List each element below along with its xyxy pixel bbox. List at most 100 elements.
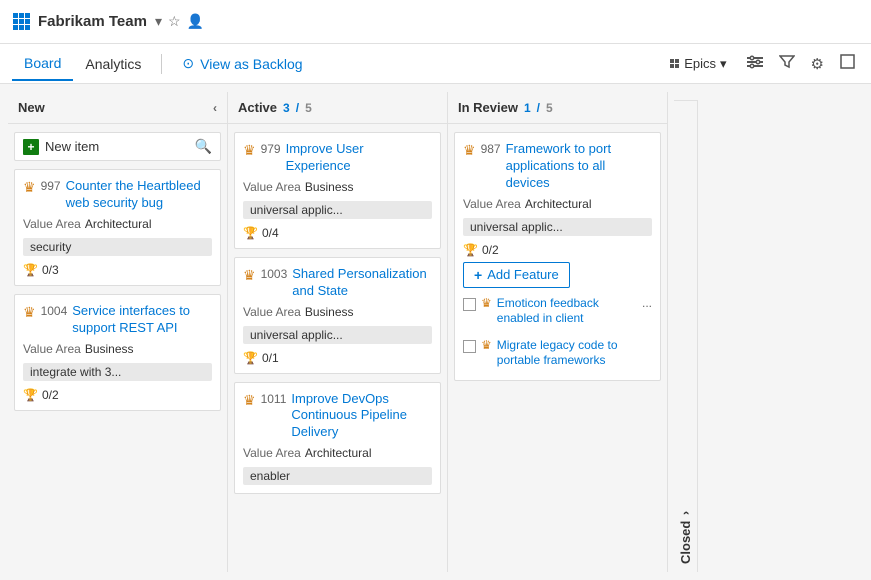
card-997-title[interactable]: Counter the Heartbleed web security bug — [66, 178, 212, 212]
trophy-icon: 🏆 — [23, 388, 38, 402]
child-crown-icon: ♛ — [481, 296, 492, 310]
card-1004-title[interactable]: Service interfaces to support REST API — [72, 303, 212, 337]
crown-icon: ♛ — [23, 179, 36, 196]
trophy-icon: 🏆 — [243, 351, 258, 365]
card-979-score: 🏆 0/4 — [243, 226, 432, 240]
child-checkbox-1[interactable] — [463, 298, 476, 311]
card-1011-id: 1011 — [261, 392, 287, 406]
card-997-header: ♛ 997 Counter the Heartbleed web securit… — [23, 178, 212, 212]
card-1011-meta: Value Area Architectural — [243, 446, 432, 460]
card-987-title[interactable]: Framework to port applications to all de… — [506, 141, 652, 192]
card-997-score: 🏆 0/3 — [23, 263, 212, 277]
add-feature-button[interactable]: + Add Feature — [463, 262, 570, 288]
column-active-header: Active 3/5 — [228, 92, 447, 124]
column-closed-expand[interactable]: › — [679, 511, 693, 515]
column-active-total: 5 — [305, 101, 312, 115]
column-new-collapse[interactable]: ‹ — [213, 101, 217, 115]
column-in-review-count: 1 — [524, 101, 531, 115]
settings-icon[interactable]: ⚙ — [807, 51, 828, 77]
star-icon[interactable]: ☆ — [168, 13, 181, 30]
board: New ‹ + New item 🔍 ♛ 997 Counter the Hea… — [0, 84, 871, 580]
card-1003-tag[interactable]: universal applic... — [243, 326, 432, 344]
child-item-1: ♛ Emoticon feedback enabled in client ..… — [463, 293, 652, 330]
column-closed-title: Closed — [678, 521, 693, 564]
add-feature-plus-icon: + — [474, 267, 482, 283]
card-1004-tag[interactable]: integrate with 3... — [23, 363, 212, 381]
nav-board[interactable]: Board — [12, 47, 73, 81]
card-987: ♛ 987 Framework to port applications to … — [454, 132, 661, 381]
column-in-review-total: 5 — [546, 101, 553, 115]
nav-separator — [161, 54, 162, 74]
card-997-tag[interactable]: security — [23, 238, 212, 256]
column-in-review: In Review 1/5 ♛ 987 Framework to port ap… — [448, 92, 668, 572]
card-1004-header: ♛ 1004 Service interfaces to support RES… — [23, 303, 212, 337]
crown-icon: ♛ — [23, 304, 36, 321]
backlog-label: View as Backlog — [200, 56, 302, 72]
column-closed-header: Closed › — [674, 100, 698, 572]
filter-icon[interactable] — [775, 51, 799, 77]
column-in-review-body: ♛ 987 Framework to port applications to … — [448, 124, 667, 572]
card-997-id: 997 — [41, 179, 61, 193]
expand-icon[interactable] — [836, 50, 859, 77]
child-label-1[interactable]: Emoticon feedback enabled in client — [497, 296, 637, 327]
card-1011: ♛ 1011 Improve DevOps Continuous Pipelin… — [234, 382, 441, 495]
card-1003-title[interactable]: Shared Personalization and State — [292, 266, 432, 300]
new-item-label: New item — [45, 139, 189, 154]
card-1004: ♛ 1004 Service interfaces to support RES… — [14, 294, 221, 411]
card-979-title[interactable]: Improve User Experience — [286, 141, 432, 175]
card-987-meta: Value Area Architectural — [463, 197, 652, 211]
chevron-down-icon[interactable]: ▾ — [155, 13, 162, 30]
column-closed: Closed › — [668, 92, 704, 572]
child-item-2: ♛ Migrate legacy code to portable framew… — [463, 335, 652, 372]
crown-icon: ♛ — [243, 392, 256, 409]
epics-button[interactable]: Epics ▾ — [662, 52, 734, 76]
card-1011-header: ♛ 1011 Improve DevOps Continuous Pipelin… — [243, 391, 432, 442]
epics-label: Epics — [684, 56, 716, 71]
crown-icon: ♛ — [463, 142, 476, 159]
card-1003-header: ♛ 1003 Shared Personalization and State — [243, 266, 432, 300]
card-1004-id: 1004 — [41, 304, 68, 318]
team-name[interactable]: Fabrikam Team — [38, 13, 147, 30]
people-icon[interactable]: 👤 — [187, 13, 204, 30]
card-1003: ♛ 1003 Shared Personalization and State … — [234, 257, 441, 374]
child-crown-icon: ♛ — [481, 338, 492, 352]
crown-icon: ♛ — [243, 142, 256, 159]
card-987-id: 987 — [481, 142, 501, 156]
column-active-count: 3 — [283, 101, 290, 115]
card-1003-meta: Value Area Business — [243, 305, 432, 319]
child-checkbox-2[interactable] — [463, 340, 476, 353]
nav-right-actions: Epics ▾ ⚙ — [662, 50, 859, 78]
trophy-icon: 🏆 — [23, 263, 38, 277]
card-1004-meta: Value Area Business — [23, 342, 212, 356]
crown-icon: ♛ — [243, 267, 256, 284]
column-settings-icon[interactable] — [743, 50, 767, 78]
column-new-body: + New item 🔍 ♛ 997 Counter the Heartblee… — [8, 124, 227, 572]
card-979-tag[interactable]: universal applic... — [243, 201, 432, 219]
new-item-bar[interactable]: + New item 🔍 — [14, 132, 221, 161]
card-1003-score: 🏆 0/1 — [243, 351, 432, 365]
new-item-plus-icon: + — [23, 139, 39, 155]
column-active-title: Active — [238, 100, 277, 115]
card-987-tag[interactable]: universal applic... — [463, 218, 652, 236]
search-icon[interactable]: 🔍 — [195, 138, 212, 155]
column-new: New ‹ + New item 🔍 ♛ 997 Counter the Hea… — [8, 92, 228, 572]
column-active: Active 3/5 ♛ 979 Improve User Experience… — [228, 92, 448, 572]
child-label-2[interactable]: Migrate legacy code to portable framewor… — [497, 338, 652, 369]
epics-chevron-icon: ▾ — [720, 56, 727, 72]
card-997: ♛ 997 Counter the Heartbleed web securit… — [14, 169, 221, 286]
card-1011-title[interactable]: Improve DevOps Continuous Pipeline Deliv… — [291, 391, 432, 442]
card-979-id: 979 — [261, 142, 281, 156]
trophy-icon: 🏆 — [243, 226, 258, 240]
child-ellipsis-icon[interactable]: ... — [642, 296, 652, 310]
card-987-header: ♛ 987 Framework to port applications to … — [463, 141, 652, 192]
card-987-score: 🏆 0/2 — [463, 243, 652, 257]
nav-analytics[interactable]: Analytics — [73, 48, 153, 80]
card-1004-score: 🏆 0/2 — [23, 388, 212, 402]
column-in-review-title: In Review — [458, 100, 518, 115]
app-header: Fabrikam Team ▾ ☆ 👤 — [0, 0, 871, 44]
column-new-header: New ‹ — [8, 92, 227, 124]
card-1011-tag[interactable]: enabler — [243, 467, 432, 485]
column-active-body: ♛ 979 Improve User Experience Value Area… — [228, 124, 447, 572]
backlog-icon: ⊙ — [182, 55, 194, 72]
nav-view-as-backlog[interactable]: ⊙ View as Backlog — [170, 49, 314, 78]
